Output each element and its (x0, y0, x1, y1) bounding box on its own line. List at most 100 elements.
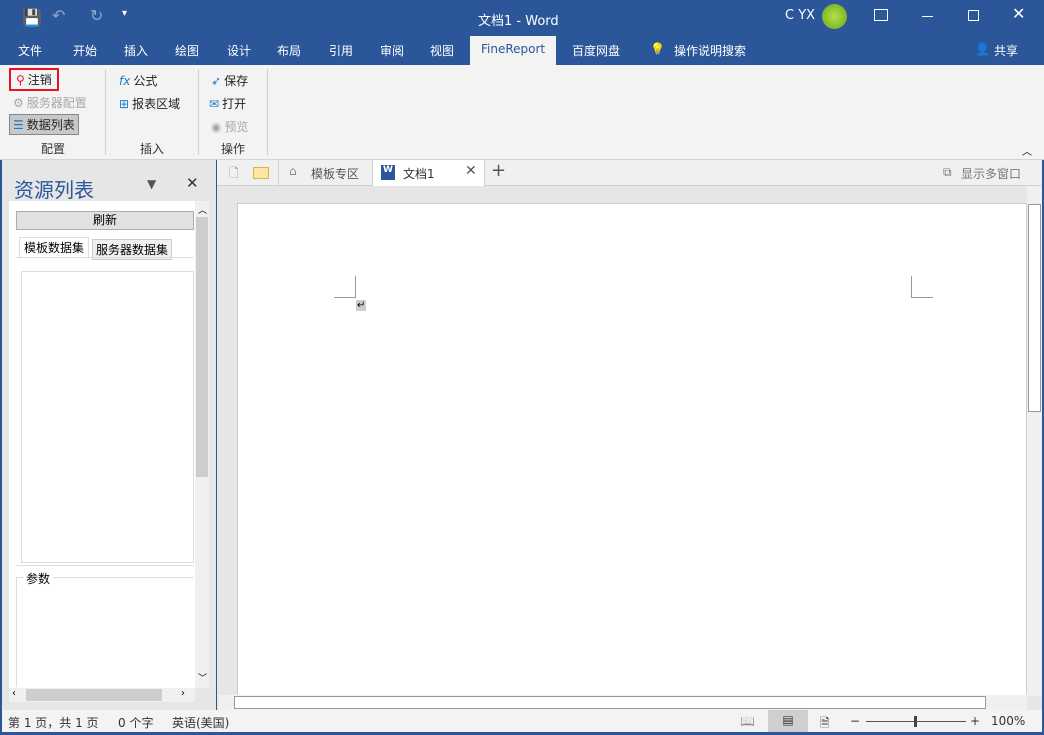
lightbulb-icon: 💡 (650, 42, 665, 56)
label: 注销 (27, 73, 52, 87)
zoom-slider-thumb[interactable] (914, 716, 917, 727)
multi-window-button[interactable]: 显示多窗口 (961, 165, 1021, 182)
tab-template-datasets[interactable]: 模板数据集 (19, 237, 90, 257)
language[interactable]: 英语(美国) (172, 714, 229, 731)
doc-horizontal-scrollbar[interactable] (219, 695, 1027, 710)
params-box (16, 577, 194, 687)
share-button[interactable]: 共享 (994, 42, 1018, 59)
web-layout-icon[interactable]: 🗎 (820, 714, 830, 735)
close-tab-icon[interactable]: ✕ (465, 163, 477, 179)
group-label-operate: 操作 (221, 142, 246, 156)
fx-icon: fx (119, 73, 131, 88)
zoom-in-button[interactable]: + (970, 714, 980, 728)
scroll-left-icon[interactable]: ‹ (12, 688, 16, 699)
doc-vertical-scrollbar[interactable] (1027, 186, 1042, 696)
tab-document[interactable]: W 文档1 ✕ (373, 160, 485, 187)
eye-icon: ◉ (211, 119, 222, 134)
label: 公式 (133, 74, 158, 88)
scroll-down-icon[interactable]: ﹀ (198, 671, 207, 684)
ribbon-display-icon[interactable] (874, 9, 888, 21)
list-icon: ☰ (13, 117, 24, 132)
zoom-level[interactable]: 100% (991, 714, 1025, 728)
divider (16, 257, 194, 258)
collapse-ribbon-icon[interactable]: ︿ (1022, 143, 1032, 158)
panel-body: 刷新 模板数据集 服务器数据集 参数 ︿ ﹀ (9, 201, 209, 688)
multi-window-icon[interactable]: ⧉ (943, 165, 952, 180)
scrollbar-thumb[interactable] (1028, 204, 1041, 412)
server-config-button[interactable]: ⚙ 服务器配置 (13, 94, 87, 111)
panel-close-icon[interactable]: ✕ (186, 174, 199, 192)
word-icon: W (381, 165, 395, 180)
label: 保存 (224, 74, 249, 88)
tell-me-search[interactable]: 操作说明搜索 (674, 42, 746, 59)
page-count[interactable]: 第 1 页，共 1 页 (8, 714, 99, 731)
horizontal-scrollbar[interactable]: ‹ › (9, 688, 195, 702)
window-title: 文档1 - Word (478, 14, 559, 29)
close-button[interactable]: ✕ (1012, 4, 1025, 23)
envelope-icon: ✉ (209, 96, 220, 111)
group-label-config: 配置 (41, 142, 66, 156)
zoom-slider[interactable] (866, 716, 966, 727)
paragraph-mark: ↵ (356, 300, 367, 311)
tab-review[interactable]: 审阅 (380, 42, 404, 59)
label: 打开 (222, 97, 247, 111)
tab-references[interactable]: 引用 (329, 42, 353, 59)
tab-insert[interactable]: 插入 (124, 42, 148, 59)
tab-finereport[interactable]: FineReport (470, 36, 557, 65)
label: 预览 (224, 120, 249, 134)
open-report-button[interactable]: ✉ 打开 (209, 95, 246, 112)
panel-title: 资源列表 (14, 178, 94, 202)
label: 服务器配置 (26, 96, 87, 110)
send-icon: ➶ (211, 73, 222, 88)
folder-icon[interactable] (253, 167, 269, 179)
vertical-scrollbar[interactable]: ︿ ﹀ (195, 201, 209, 688)
redo-icon[interactable]: ↻ (90, 6, 103, 25)
label: 报表区域 (132, 97, 181, 111)
print-layout-icon[interactable]: ▤ (768, 710, 808, 732)
maximize-button[interactable] (968, 10, 979, 21)
label: 数据列表 (26, 118, 75, 132)
tab-design[interactable]: 设计 (227, 42, 251, 59)
user-name[interactable]: C YX (785, 8, 815, 23)
divider (198, 69, 199, 155)
tab-home[interactable]: 开始 (73, 42, 97, 59)
formula-button[interactable]: fx 公式 (119, 72, 157, 89)
tab-template-zone[interactable]: ⌂ 模板专区 (278, 160, 373, 186)
tab-view[interactable]: 视图 (430, 42, 454, 59)
undo-icon[interactable]: ↶ (52, 6, 65, 25)
group-label-insert: 插入 (140, 142, 165, 156)
panel-menu-icon[interactable]: ▼ (147, 177, 156, 191)
read-mode-icon[interactable]: 📖 (740, 714, 755, 728)
tab-baidu-netdisk[interactable]: 百度网盘 (572, 42, 620, 59)
scroll-up-icon[interactable]: ︿ (198, 203, 207, 216)
tab-draw[interactable]: 绘图 (175, 42, 199, 59)
zoom-out-button[interactable]: − (850, 714, 860, 728)
customize-qat-icon[interactable]: ▾ (122, 8, 127, 19)
scroll-right-icon[interactable]: › (181, 688, 185, 699)
label: 文档1 (403, 167, 435, 181)
save-report-button[interactable]: ➶ 保存 (211, 72, 248, 89)
gear-icon: ⚙ (13, 95, 24, 110)
tab-file[interactable]: 文件 (18, 42, 42, 59)
report-area-button[interactable]: ⊞ 报表区域 (119, 95, 180, 112)
title-bar: 💾 ↶ ↻ ▾ 文档1 - Word C YX ✕ (0, 0, 1044, 36)
new-document-icon[interactable]: 🗋 (229, 164, 239, 185)
add-tab-icon[interactable]: + (491, 160, 506, 181)
dataset-tree[interactable] (21, 271, 194, 563)
minimize-button[interactable] (922, 16, 933, 17)
scrollbar-thumb[interactable] (196, 217, 208, 477)
logout-button[interactable]: ⚲ 注销 (9, 68, 59, 91)
ribbon: ⚲ 注销 ⚙ 服务器配置 ☰ 数据列表 配置 fx 公式 ⊞ 报表区域 插入 ➶ 保存 ✉ 打… (0, 65, 1044, 160)
data-list-button[interactable]: ☰ 数据列表 (9, 114, 79, 135)
scrollbar-thumb[interactable] (26, 689, 162, 701)
tab-layout[interactable]: 布局 (277, 42, 301, 59)
preview-button[interactable]: ◉ 预览 (211, 118, 249, 135)
word-count[interactable]: 0 个字 (118, 714, 153, 731)
avatar[interactable] (822, 4, 847, 29)
save-icon[interactable]: 💾 (22, 8, 42, 27)
document-page[interactable]: ↵ (237, 203, 1027, 696)
scrollbar-thumb[interactable] (234, 696, 986, 709)
grid-icon: ⊞ (119, 96, 130, 111)
ribbon-tabs: 文件 开始 插入 绘图 设计 布局 引用 审阅 视图 FineReport 百度… (0, 36, 1044, 65)
refresh-button[interactable]: 刷新 (16, 211, 194, 230)
